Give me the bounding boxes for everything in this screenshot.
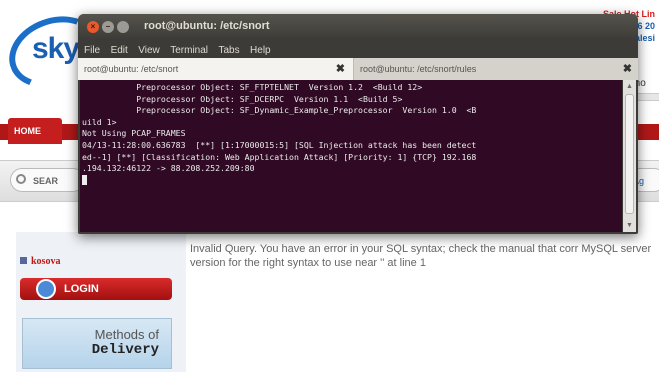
terminal-line: 04/13-11:28:00.636783 [**] [1:17000015:5… — [82, 139, 477, 150]
maximize-icon[interactable] — [117, 21, 129, 33]
tab-label: root@ubuntu: /etc/snort — [84, 64, 179, 74]
terminal-prompt-line — [82, 174, 622, 188]
logo-text: sky — [32, 32, 80, 65]
terminal-line: .194.132:46122 -> 88.208.252.209:80 — [82, 163, 255, 174]
tab-etc-snort[interactable]: root@ubuntu: /etc/snort ✖ — [78, 58, 354, 80]
kosova-link-label: kosova — [31, 256, 61, 267]
tab-label: root@ubuntu: /etc/snort/rules — [360, 64, 477, 74]
search-icon — [16, 174, 26, 184]
terminal-line: ed--1] [**] [Classification: Web Applica… — [82, 151, 477, 162]
terminal-line: Preprocessor Object: SF_Dynamic_Example_… — [82, 105, 477, 116]
terminal-line: Preprocessor Object: SF_DCERPC Version 1… — [82, 93, 403, 104]
terminal-line: uild 1> — [82, 116, 117, 127]
scroll-up-icon[interactable]: ▲ — [625, 82, 634, 91]
terminal-menubar: File Edit View Terminal Tabs Help — [78, 40, 638, 58]
terminal-tabbar: root@ubuntu: /etc/snort ✖ root@ubuntu: /… — [78, 58, 638, 80]
terminal-line: Not Using PCAP_FRAMES — [82, 128, 186, 139]
search-label: SEAR — [33, 176, 59, 186]
methods-line-1: Methods of — [94, 327, 159, 342]
terminal-titlebar[interactable]: × – root@ubuntu: /etc/snort — [78, 14, 638, 40]
text-cursor — [82, 174, 87, 185]
scroll-thumb[interactable] — [625, 94, 634, 214]
methods-of-delivery-banner[interactable]: Methods of Delivery — [22, 318, 172, 369]
close-icon[interactable]: × — [87, 21, 99, 33]
scroll-down-icon[interactable]: ▼ — [625, 221, 634, 230]
tab-close-icon[interactable]: ✖ — [336, 58, 345, 80]
terminal-window[interactable]: × – root@ubuntu: /etc/snort File Edit Vi… — [78, 14, 638, 234]
login-button-label: LOGIN — [64, 283, 99, 295]
search-button[interactable]: SEAR — [10, 168, 85, 192]
login-button[interactable]: LOGIN — [20, 278, 172, 300]
user-icon — [36, 279, 56, 299]
site-logo[interactable]: sky — [0, 4, 109, 100]
window-title: root@ubuntu: /etc/snort — [144, 20, 270, 32]
kosova-link[interactable]: kosova — [20, 256, 60, 267]
terminal-output[interactable]: Preprocessor Object: SF_FTPTELNET Versio… — [80, 80, 622, 232]
minimize-icon[interactable]: – — [102, 21, 114, 33]
tab-close-icon[interactable]: ✖ — [623, 58, 632, 80]
nav-home-tab[interactable]: HOME — [8, 118, 62, 144]
tab-etc-snort-rules[interactable]: root@ubuntu: /etc/snort/rules ✖ — [354, 58, 638, 80]
terminal-line: Preprocessor Object: SF_FTPTELNET Versio… — [82, 82, 423, 92]
terminal-lines: Preprocessor Object: SF_FTPTELNET Versio… — [82, 82, 622, 187]
terminal-scrollbar[interactable]: ▲ ▼ — [623, 80, 636, 232]
sql-error-message: Invalid Query. You have an error in your… — [190, 243, 652, 269]
methods-line-2: Delivery — [91, 342, 159, 358]
flag-icon — [20, 257, 27, 264]
